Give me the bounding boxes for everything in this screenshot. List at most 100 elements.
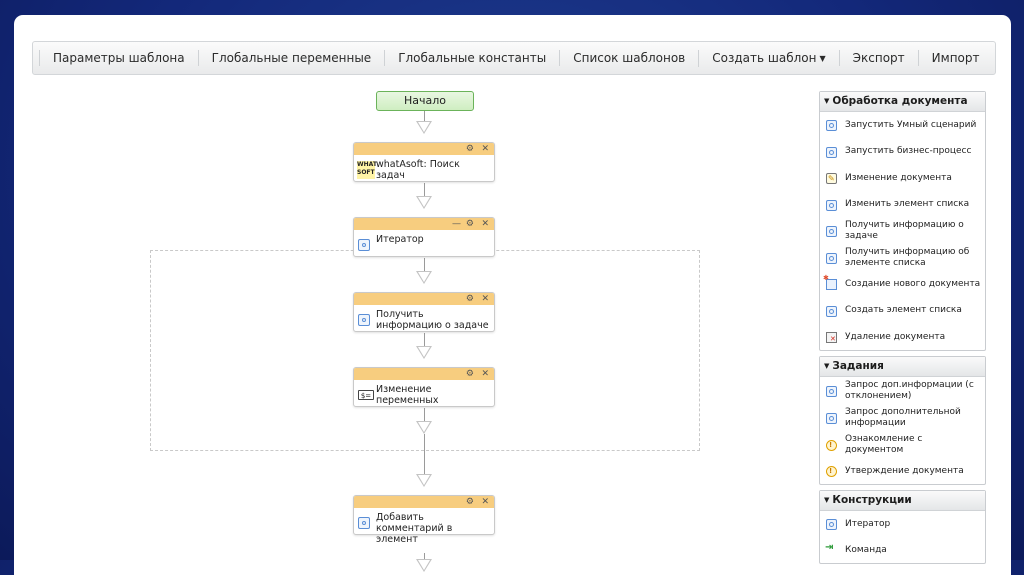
palette-item-label: Создать элемент списка <box>845 305 962 315</box>
global-variables-button[interactable]: Глобальные переменные <box>197 50 385 66</box>
app-window: Параметры шаблона Глобальные переменные … <box>14 15 1011 575</box>
connector-arrow-icon <box>416 559 432 572</box>
close-icon[interactable]: ✕ <box>481 496 489 508</box>
palette-item-label: Ознакомление с документом <box>845 433 923 455</box>
node-header: ⚙ ✕ <box>354 143 494 155</box>
palette-item-get-task-info[interactable]: Получить информацию о задаче <box>820 218 985 244</box>
group-header[interactable]: ▼ Задания <box>820 357 985 377</box>
template-list-button[interactable]: Список шаблонов <box>559 50 698 66</box>
palette-item-label: Изменить элемент списка <box>845 199 970 209</box>
gear-icon[interactable]: ⚙ <box>466 218 474 230</box>
workflow-node-change-variables[interactable]: ⚙ ✕ $= Изменение переменных <box>353 367 495 407</box>
activity-icon <box>358 517 370 529</box>
palette-item-run-business-process[interactable]: Запустить бизнес-процесс <box>820 138 985 165</box>
palette-item-iterator[interactable]: Итератор <box>820 511 985 537</box>
node-label: Получить информацию о задаче <box>376 309 489 331</box>
template-params-button[interactable]: Параметры шаблона <box>39 50 198 66</box>
palette-item-request-additional-info[interactable]: Запрос дополнительной информации <box>820 404 985 431</box>
export-button[interactable]: Экспорт <box>838 50 918 66</box>
node-header: ⚙ ✕ <box>354 293 494 305</box>
palette-item-document-approval[interactable]: Утверждение документа <box>820 458 985 484</box>
edit-document-icon <box>826 173 837 184</box>
palette-item-label: Изменение документа <box>845 172 952 183</box>
activity-icon <box>826 146 837 158</box>
whatasoft-logo-icon: WHAT SOFT <box>357 161 377 179</box>
node-label: whatAsoft: Поиск задач <box>376 159 460 181</box>
group-header[interactable]: ▼ Обработка документа <box>820 92 985 112</box>
palette-item-command[interactable]: Команда <box>820 537 985 563</box>
caret-down-icon: ▼ <box>824 362 830 370</box>
palette-item-create-list-item[interactable]: Создать элемент списка <box>820 297 985 324</box>
palette-item-label: Команда <box>845 544 887 555</box>
activity-icon <box>826 252 837 264</box>
palette-item-create-document[interactable]: Создание нового документа <box>820 271 985 297</box>
workflow-node-add-comment[interactable]: ⚙ ✕ Добавить комментарий в элемент <box>353 495 495 545</box>
node-label: Итератор <box>376 234 424 245</box>
gear-icon[interactable]: ⚙ <box>466 143 474 155</box>
node-header: ⚙ ✕ <box>354 496 494 508</box>
palette-group-document-processing: ▼ Обработка документа Запустить Умный сце… <box>819 91 986 351</box>
connector-arrow-icon <box>416 121 432 134</box>
palette-item-delete-document[interactable]: Удаление документа <box>820 324 985 350</box>
toolbar: Параметры шаблона Глобальные переменные … <box>32 41 996 75</box>
palette-item-label: Запустить бизнес-процесс <box>845 146 972 156</box>
info-icon <box>826 466 837 477</box>
activity-icon <box>358 239 370 251</box>
close-icon[interactable]: ✕ <box>481 368 489 380</box>
palette-item-change-document[interactable]: Изменение документа <box>820 165 985 191</box>
palette-item-run-smart-scenario[interactable]: Запустить Умный сценарий <box>820 112 985 138</box>
close-icon[interactable]: ✕ <box>481 293 489 305</box>
activity-icon <box>358 314 370 326</box>
gear-icon[interactable]: ⚙ <box>466 368 474 380</box>
palette-item-change-list-item[interactable]: Изменить элемент списка <box>820 191 985 218</box>
caret-down-icon: ▼ <box>824 97 830 105</box>
activity-icon <box>826 226 837 237</box>
connector-arrow-icon <box>416 346 432 359</box>
workflow-node-search-tasks[interactable]: ⚙ ✕ WHAT SOFT whatAsoft: Поиск задач <box>353 142 495 182</box>
caret-down-icon: ▼ <box>824 496 830 504</box>
palette-item-label: Запрос доп.информации (с отклонением) <box>845 379 974 401</box>
palette-item-label: Создание нового документа <box>845 278 981 289</box>
connector-arrow-icon <box>416 196 432 209</box>
node-header: ⚙ ✕ <box>354 368 494 380</box>
group-title: Конструкции <box>832 494 912 506</box>
variables-icon: $= <box>358 390 374 400</box>
start-node[interactable]: Начало <box>376 91 474 111</box>
caret-down-icon: ▼ <box>819 53 826 63</box>
connector-arrow-icon <box>416 474 432 487</box>
palette-item-get-list-item-info[interactable]: Получить информацию об элементе списка <box>820 244 985 271</box>
node-header: — ⚙ ✕ <box>354 218 494 230</box>
node-label: Изменение переменных <box>376 384 439 406</box>
activity-palette: ▼ Обработка документа Запустить Умный сце… <box>819 91 986 569</box>
activity-icon <box>826 412 837 424</box>
close-icon[interactable]: ✕ <box>481 218 489 230</box>
palette-item-label: Получить информацию о задаче <box>845 220 964 241</box>
palette-item-request-info-reject[interactable]: Запрос доп.информации (с отклонением) <box>820 377 985 404</box>
minimize-icon[interactable]: — <box>452 218 461 230</box>
palette-item-label: Получить информацию об элементе списка <box>845 246 970 268</box>
activity-icon <box>826 305 837 317</box>
palette-item-label: Запустить Умный сценарий <box>845 119 977 130</box>
global-constants-button[interactable]: Глобальные константы <box>384 50 559 66</box>
palette-item-document-review[interactable]: Ознакомление с документом <box>820 431 985 458</box>
command-arrow-icon <box>825 542 835 554</box>
palette-item-label: Удаление документа <box>845 331 946 342</box>
workflow-node-get-task-info[interactable]: ⚙ ✕ Получить информацию о задаче <box>353 292 495 332</box>
gear-icon[interactable]: ⚙ <box>466 293 474 305</box>
group-title: Обработка документа <box>832 95 968 107</box>
group-header[interactable]: ▼ Конструкции <box>820 491 985 511</box>
activity-icon <box>826 519 837 530</box>
workflow-canvas[interactable]: Начало ⚙ ✕ WHAT SOFT whatAsoft: Поиск зад… <box>14 85 814 575</box>
new-document-icon <box>823 273 837 290</box>
group-title: Задания <box>832 360 884 372</box>
palette-group-constructs: ▼Конструкции Итератор Команда <box>819 490 986 564</box>
activity-icon <box>826 199 837 211</box>
close-icon[interactable]: ✕ <box>481 143 489 155</box>
gear-icon[interactable]: ⚙ <box>466 496 474 508</box>
activity-icon <box>826 385 837 397</box>
workflow-node-iterator[interactable]: — ⚙ ✕ Итератор <box>353 217 495 257</box>
import-button[interactable]: Импорт <box>917 50 993 66</box>
palette-item-label: Утверждение документа <box>845 465 964 476</box>
connector-arrow-icon <box>416 421 432 434</box>
create-template-button[interactable]: Создать шаблон ▼ <box>698 49 838 67</box>
